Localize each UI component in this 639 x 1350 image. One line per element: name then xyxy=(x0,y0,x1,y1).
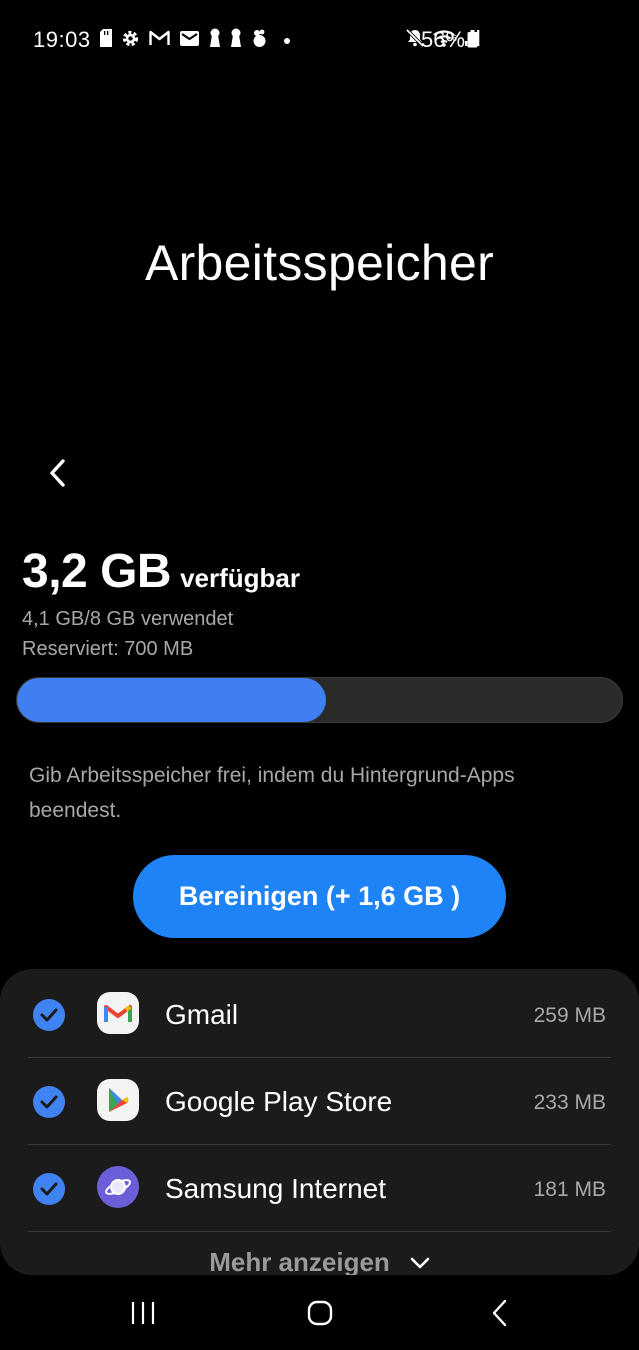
dot-icon xyxy=(283,32,291,50)
app-name: Gmail xyxy=(165,999,239,1030)
app-name: Google Play Store xyxy=(165,1086,393,1117)
status-bar: 19:03 6 56% xyxy=(0,0,639,78)
reserved-memory-text: Reserviert: 700 MB xyxy=(22,638,194,660)
app-size: 259 MB xyxy=(533,1004,606,1027)
used-memory-text: 4,1 GB/8 GB verwendet xyxy=(22,608,234,630)
available-label: verfügbar xyxy=(180,563,300,593)
chevron-down-icon xyxy=(410,1257,430,1268)
samsung-internet-icon xyxy=(97,1166,139,1208)
back-button[interactable] xyxy=(40,453,74,493)
chevron-left-icon xyxy=(50,459,65,487)
app-row-gmail[interactable]: Gmail 259 MB xyxy=(0,971,639,1058)
recent-apps-button[interactable] xyxy=(123,1293,163,1333)
play-store-icon xyxy=(97,1079,139,1121)
clean-button[interactable]: Bereinigen (+ 1,6 GB ) xyxy=(133,855,506,938)
checkbox-checked-icon[interactable] xyxy=(33,1173,65,1205)
status-left-icons xyxy=(100,28,291,53)
app-row-google-play-store[interactable]: Google Play Store 233 MB xyxy=(0,1058,639,1145)
app-row-samsung-internet[interactable]: Samsung Internet 181 MB xyxy=(0,1145,639,1232)
app-notification-icon xyxy=(251,29,268,53)
background-apps-panel: Gmail 259 MB Google Play Store 233 MB Sa… xyxy=(0,969,639,1275)
battery-level: 56% xyxy=(421,27,466,52)
mail-icon xyxy=(179,30,200,52)
home-icon xyxy=(307,1300,333,1326)
memory-usage-bar xyxy=(16,677,623,723)
status-time: 19:03 xyxy=(33,27,91,52)
gmail-icon xyxy=(149,30,170,51)
available-value: 3,2 GB xyxy=(22,545,172,598)
app-name: Samsung Internet xyxy=(165,1173,387,1204)
settings-icon xyxy=(121,29,140,53)
navigation-bar xyxy=(0,1275,639,1350)
gmail-icon xyxy=(97,992,139,1034)
hint-text: Gib Arbeitsspeicher frei, indem du Hinte… xyxy=(29,764,515,822)
show-more-button[interactable]: Mehr anzeigen xyxy=(0,1247,639,1275)
nav-back-button[interactable] xyxy=(480,1293,520,1333)
app-size: 233 MB xyxy=(533,1091,606,1114)
memory-usage-fill xyxy=(17,678,326,722)
checkbox-checked-icon[interactable] xyxy=(33,1086,65,1118)
sd-card-icon xyxy=(100,29,112,52)
app-size: 181 MB xyxy=(533,1178,606,1201)
home-button[interactable] xyxy=(300,1293,340,1333)
page-title: Arbeitsspeicher xyxy=(144,235,495,291)
checkbox-checked-icon[interactable] xyxy=(33,999,65,1031)
keyhole-icon xyxy=(209,28,221,53)
divider xyxy=(28,1231,611,1232)
back-arrow-icon xyxy=(492,1299,507,1327)
show-more-label: Mehr anzeigen xyxy=(209,1247,390,1275)
recent-apps-icon xyxy=(131,1302,155,1324)
keyhole-icon xyxy=(230,28,242,53)
available-memory: 3,2 GB verfügbar xyxy=(22,544,300,599)
battery-icon xyxy=(467,30,478,48)
